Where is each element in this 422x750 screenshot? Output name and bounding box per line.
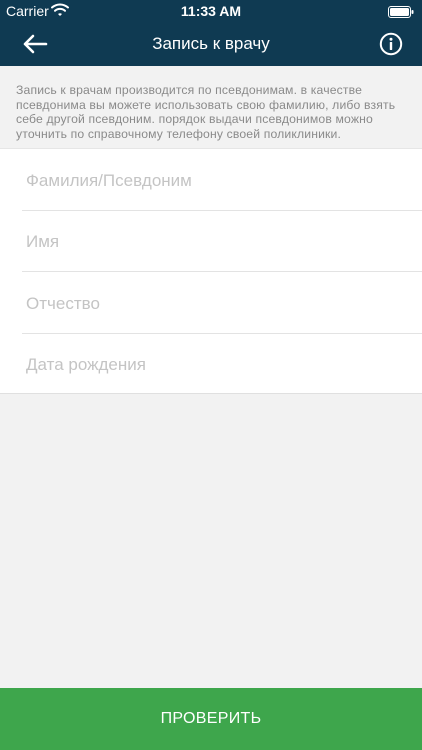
- check-button[interactable]: ПРОВЕРИТЬ: [0, 688, 422, 750]
- birth-date-field[interactable]: [22, 334, 422, 394]
- surname-field-wrapper: [22, 149, 422, 211]
- surname-field[interactable]: [22, 149, 422, 210]
- first-name-field-wrapper: [22, 211, 422, 272]
- battery-icon: [388, 5, 414, 18]
- first-name-field[interactable]: [22, 211, 422, 271]
- arrow-left-icon: [23, 34, 48, 54]
- patronymic-field[interactable]: [22, 272, 422, 333]
- nav-bar: Запись к врачу: [0, 22, 422, 66]
- info-icon: [379, 32, 403, 56]
- notice-text: Запись к врачам производится по псевдони…: [16, 83, 396, 141]
- status-bar: Carrier 11:33 AM: [0, 0, 422, 22]
- patient-form: [0, 148, 422, 394]
- page-title: Запись к врачу: [152, 34, 270, 53]
- status-time: 11:33 AM: [180, 3, 242, 19]
- patronymic-field-wrapper: [22, 272, 422, 334]
- birth-date-field-wrapper: [22, 334, 422, 394]
- back-button[interactable]: [18, 28, 52, 60]
- info-button[interactable]: [378, 31, 404, 57]
